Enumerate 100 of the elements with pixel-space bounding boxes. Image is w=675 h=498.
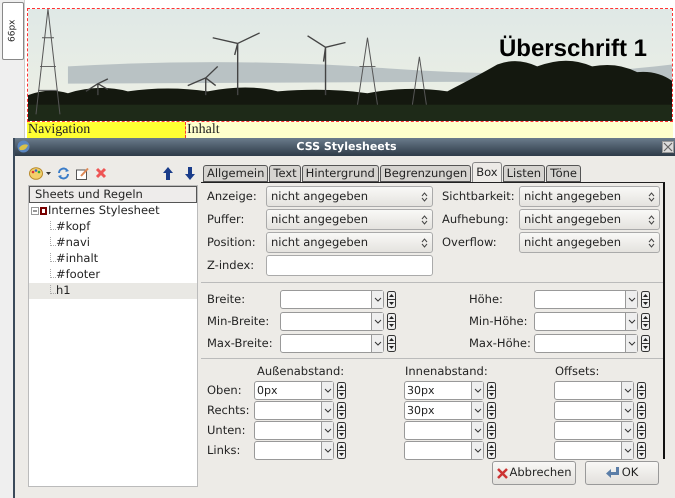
- spinner-icon[interactable]: [487, 422, 496, 440]
- combo-field[interactable]: [554, 441, 634, 460]
- updown-icon: [421, 238, 428, 248]
- spinner-icon[interactable]: [637, 402, 646, 420]
- combo-field[interactable]: [280, 334, 384, 353]
- palette-icon[interactable]: [29, 166, 43, 180]
- tree-item[interactable]: #kopf: [29, 219, 197, 235]
- tab[interactable]: Listen: [502, 165, 546, 182]
- tree-label: Internes Stylesheet: [48, 202, 160, 220]
- combo-field[interactable]: 0px: [254, 381, 334, 400]
- spinner-icon[interactable]: [637, 422, 646, 440]
- dropdown[interactable]: nicht angegeben: [266, 186, 433, 207]
- combo-field[interactable]: [534, 290, 638, 309]
- tab[interactable]: Hintergrund: [302, 165, 379, 182]
- spinner-icon[interactable]: [387, 291, 396, 308]
- tab[interactable]: Begrenzungen: [380, 165, 472, 182]
- field-label: Unten:: [207, 422, 246, 440]
- delete-icon[interactable]: [95, 167, 107, 179]
- field-label: Min-Höhe:: [469, 312, 528, 330]
- updown-icon: [421, 214, 428, 224]
- ruler-tab[interactable]: 66px: [2, 2, 24, 60]
- column-heading: Offsets:: [554, 363, 600, 380]
- combo-field[interactable]: [554, 381, 634, 400]
- dropdown[interactable]: nicht angegeben: [519, 186, 660, 207]
- field-label: Z-index:: [207, 256, 256, 274]
- field-label: Aufhebung:: [442, 210, 510, 228]
- spinner-icon[interactable]: [337, 402, 346, 420]
- field-label: Overflow:: [442, 234, 498, 251]
- spinner-icon[interactable]: [487, 382, 496, 400]
- spinner-icon[interactable]: [487, 402, 496, 420]
- spinner-icon[interactable]: [387, 313, 396, 330]
- cross-icon: [496, 468, 508, 478]
- dropdown-arrow-icon[interactable]: [46, 172, 51, 174]
- spinner-icon[interactable]: [637, 382, 646, 400]
- tab[interactable]: Text: [269, 165, 301, 182]
- collapse-icon[interactable]: [31, 207, 39, 215]
- combo-field[interactable]: [280, 290, 384, 309]
- tree-item[interactable]: Internes Stylesheet: [29, 203, 197, 219]
- tab[interactable]: Allgemein: [203, 165, 268, 182]
- page-heading: Überschrift 1: [498, 34, 647, 64]
- spinner-icon[interactable]: [641, 291, 650, 308]
- combo-field[interactable]: 30px: [404, 401, 484, 420]
- refresh-icon[interactable]: [57, 166, 70, 180]
- arrow-up-icon[interactable]: [163, 166, 173, 180]
- chevron-down-icon: [324, 408, 332, 414]
- combo-field[interactable]: [404, 441, 484, 460]
- dropdown[interactable]: nicht angegeben: [519, 232, 660, 253]
- spinner-icon[interactable]: [487, 442, 496, 460]
- tab[interactable]: Box: [472, 162, 502, 182]
- combo-field[interactable]: [280, 312, 384, 331]
- chevron-down-icon: [624, 448, 632, 454]
- chevron-down-icon: [474, 428, 482, 434]
- field-label: Anzeige:: [207, 188, 258, 205]
- chevron-down-icon: [628, 297, 636, 302]
- combo-field[interactable]: 30px: [404, 381, 484, 400]
- spinner-icon[interactable]: [637, 442, 646, 460]
- dropdown[interactable]: nicht angegeben: [266, 232, 433, 253]
- field-label: Rechts:: [207, 402, 251, 420]
- tree-item[interactable]: #navi: [29, 235, 197, 251]
- field-label: Oben:: [207, 382, 243, 400]
- tree-item[interactable]: #inhalt: [29, 251, 197, 267]
- tree-item[interactable]: #footer: [29, 267, 197, 283]
- chevron-down-icon: [624, 388, 632, 394]
- chevron-down-icon: [374, 341, 382, 346]
- close-icon[interactable]: [662, 141, 674, 153]
- dropdown[interactable]: nicht angegeben: [519, 209, 660, 230]
- combo-field[interactable]: [554, 401, 634, 420]
- combo-field[interactable]: [254, 401, 334, 420]
- edit-icon[interactable]: [76, 166, 89, 180]
- dropdown[interactable]: nicht angegeben: [266, 209, 433, 230]
- spinner-icon[interactable]: [387, 335, 396, 352]
- combo-field[interactable]: [254, 421, 334, 440]
- spinner-icon[interactable]: [337, 382, 346, 400]
- navigation-area: Navigation: [27, 122, 186, 138]
- spinner-icon[interactable]: [641, 335, 650, 352]
- combo-field[interactable]: [534, 334, 638, 353]
- app-icon: [17, 140, 30, 153]
- content-area: Inhalt: [186, 122, 673, 138]
- chevron-down-icon: [324, 388, 332, 394]
- combo-field[interactable]: [254, 441, 334, 460]
- chevron-down-icon: [374, 319, 382, 324]
- ok-button[interactable]: OK: [585, 461, 659, 485]
- cancel-button[interactable]: Abbrechen: [492, 461, 576, 485]
- field-label: Höhe:: [469, 290, 504, 308]
- chevron-down-icon: [624, 408, 632, 414]
- combo-field[interactable]: [534, 312, 638, 331]
- input-field[interactable]: [266, 255, 433, 276]
- spinner-icon[interactable]: [337, 442, 346, 460]
- field-label: Breite:: [207, 290, 246, 308]
- field-label: Links:: [207, 442, 242, 460]
- return-arrow-icon: [606, 467, 620, 479]
- spinner-icon[interactable]: [641, 313, 650, 330]
- chevron-down-icon: [324, 448, 332, 454]
- combo-field[interactable]: [404, 421, 484, 440]
- tree-item[interactable]: h1: [29, 283, 197, 299]
- tab[interactable]: Töne: [546, 165, 581, 182]
- updown-icon: [421, 192, 428, 202]
- spinner-icon[interactable]: [337, 422, 346, 440]
- combo-field[interactable]: [554, 421, 634, 440]
- arrow-down-icon[interactable]: [185, 166, 195, 180]
